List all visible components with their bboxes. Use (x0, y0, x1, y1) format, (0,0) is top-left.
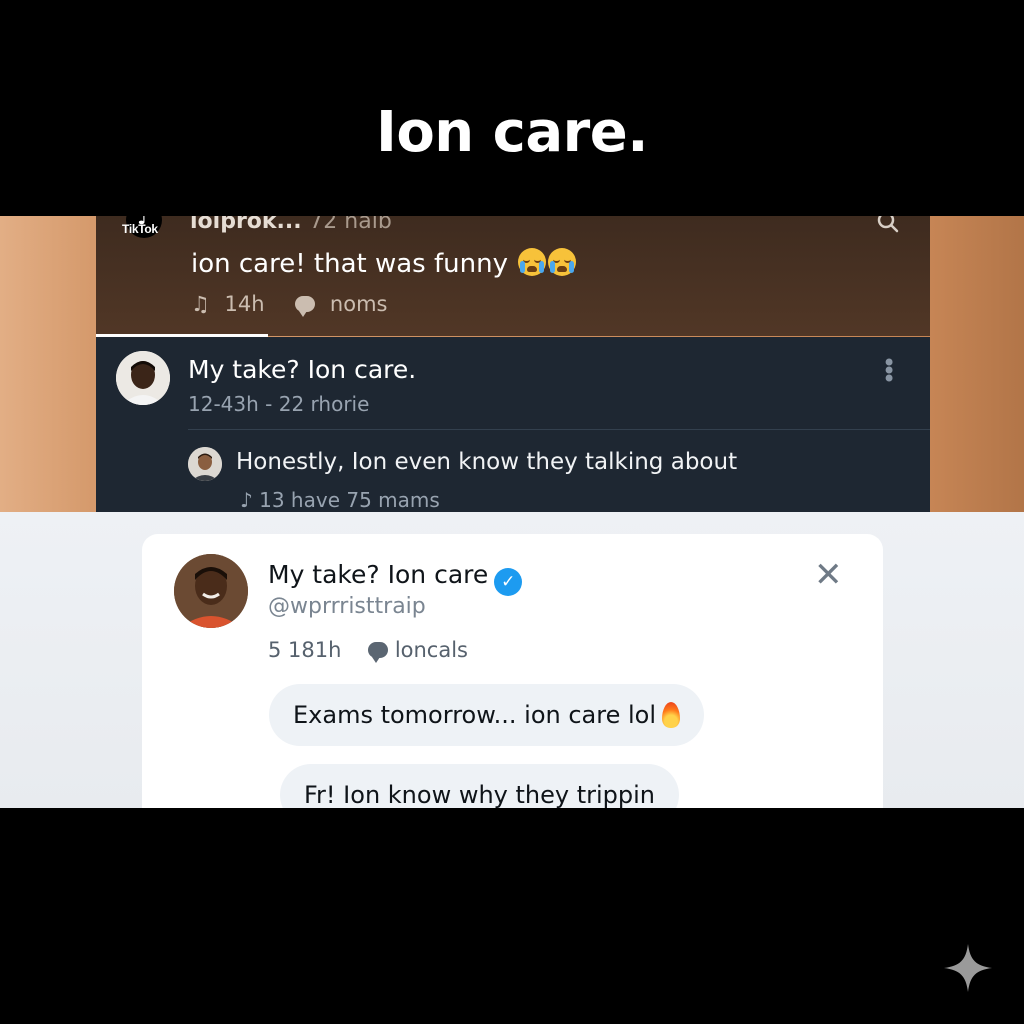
sparkle-icon (944, 944, 992, 992)
reply-text: Fr! Ion know why they trippin (304, 781, 656, 808)
tweet-meta-time: 5 181h (268, 638, 342, 662)
caption-title: Ion care. (375, 100, 649, 165)
screenshot-collage: ♪ TikTok ioiprok... 72 naib ion care! th… (0, 216, 1024, 808)
tiktok-comment-time: 14h (224, 292, 265, 316)
crying-emoji-icon (518, 248, 547, 276)
crying-emoji-icon (548, 248, 577, 276)
close-icon[interactable]: ✕ (814, 558, 843, 592)
thread-title: My take? Ion care. (188, 355, 417, 384)
verified-badge-icon: ✓ (494, 568, 523, 596)
tweet-card: My take? Ion care ✓ @wprrristtraip ✕ 5 18… (142, 534, 883, 808)
tiktok-comment: ion care! that was funny (191, 248, 577, 279)
tweet-author-name[interactable]: My take? Ion care ✓ (268, 560, 523, 596)
tiktok-comment-meta-label: noms (329, 292, 388, 316)
tiktok-logo: ♪ TikTok (118, 216, 170, 248)
tiktok-username-meta: 72 naib (309, 216, 392, 234)
thread-reply-meta-text: 13 have 75 mams (259, 488, 440, 512)
reply-bubble[interactable]: Exams tomorrow... ion care lol (269, 684, 704, 746)
thread-reply-text: Honestly, Ion even know they talking abo… (236, 449, 738, 475)
tweet-author-handle[interactable]: @wprrristtraip (268, 594, 426, 619)
tweet-meta: 5 181h loncals (268, 638, 468, 663)
tiktok-username[interactable]: ioiprok... 72 naib (190, 216, 392, 234)
thread-subtitle: 12-43h - 22 rhorie (188, 392, 370, 416)
fire-emoji-icon (662, 702, 680, 728)
search-icon[interactable] (876, 216, 900, 240)
tweet-author-name-text: My take? Ion care (268, 560, 489, 589)
tiktok-comment-text: ion care! that was funny (191, 249, 508, 279)
thread-reply-meta: ♪ 13 have 75 mams (240, 488, 440, 512)
tiktok-comment-panel: ♪ TikTok ioiprok... 72 naib ion care! th… (96, 216, 930, 336)
reply-text: Exams tomorrow... ion care lol (293, 701, 656, 729)
music-note-icon: ♪ (240, 488, 253, 512)
tiktok-comment-meta: ♫ 14h noms (191, 292, 395, 317)
tweet-meta-label: loncals (394, 638, 468, 662)
dark-thread-panel: My take? Ion care. 12-43h - 22 rhorie • •… (96, 337, 930, 512)
comment-bubble-icon[interactable] (368, 642, 389, 663)
tiktok-username-text: ioiprok... (190, 216, 302, 234)
music-note-icon: ♫ (191, 292, 210, 316)
tiktok-logo-text: TikTok (122, 222, 158, 236)
avatar[interactable] (188, 447, 222, 481)
reply-bubble[interactable]: Fr! Ion know why they trippin (280, 764, 680, 808)
more-options-icon[interactable]: • • • (882, 351, 896, 391)
divider (188, 429, 930, 430)
avatar[interactable] (116, 351, 170, 405)
avatar[interactable] (174, 554, 248, 628)
comment-bubble-icon[interactable] (295, 296, 316, 317)
